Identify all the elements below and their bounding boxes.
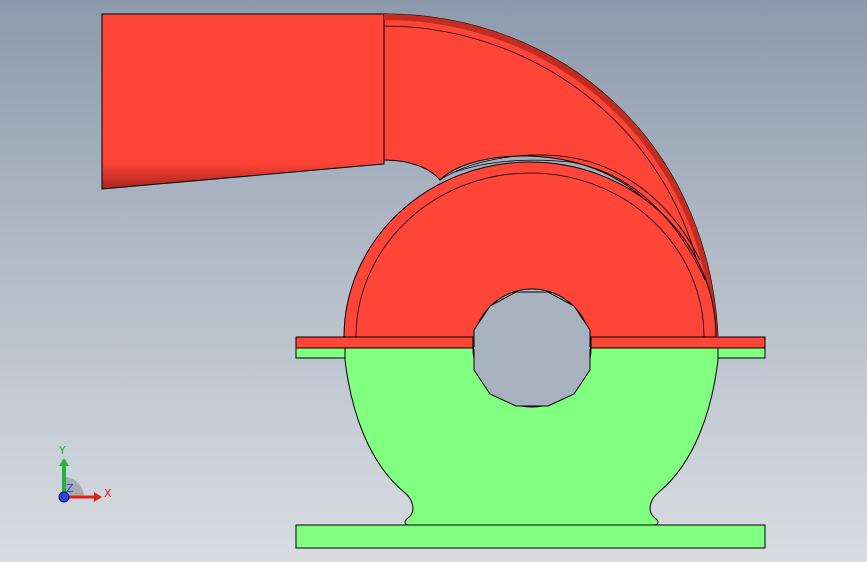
y-axis-head — [59, 458, 69, 466]
z-axis-label: Z — [66, 482, 74, 495]
base-flange — [295, 524, 766, 549]
pump-volute-model[interactable] — [0, 0, 867, 562]
upper-casing[interactable] — [101, 13, 766, 407]
bore-mask-line — [474, 347, 590, 349]
lower-flange-left — [295, 347, 346, 359]
orientation-triad[interactable]: Y X Z — [50, 440, 120, 510]
x-axis-label: X — [104, 487, 112, 500]
lower-flange-right — [717, 347, 766, 359]
3d-viewport[interactable]: Y X Z — [0, 0, 867, 562]
x-axis-head — [94, 492, 102, 502]
y-axis-label: Y — [58, 444, 66, 457]
discharge-duct — [101, 13, 385, 190]
